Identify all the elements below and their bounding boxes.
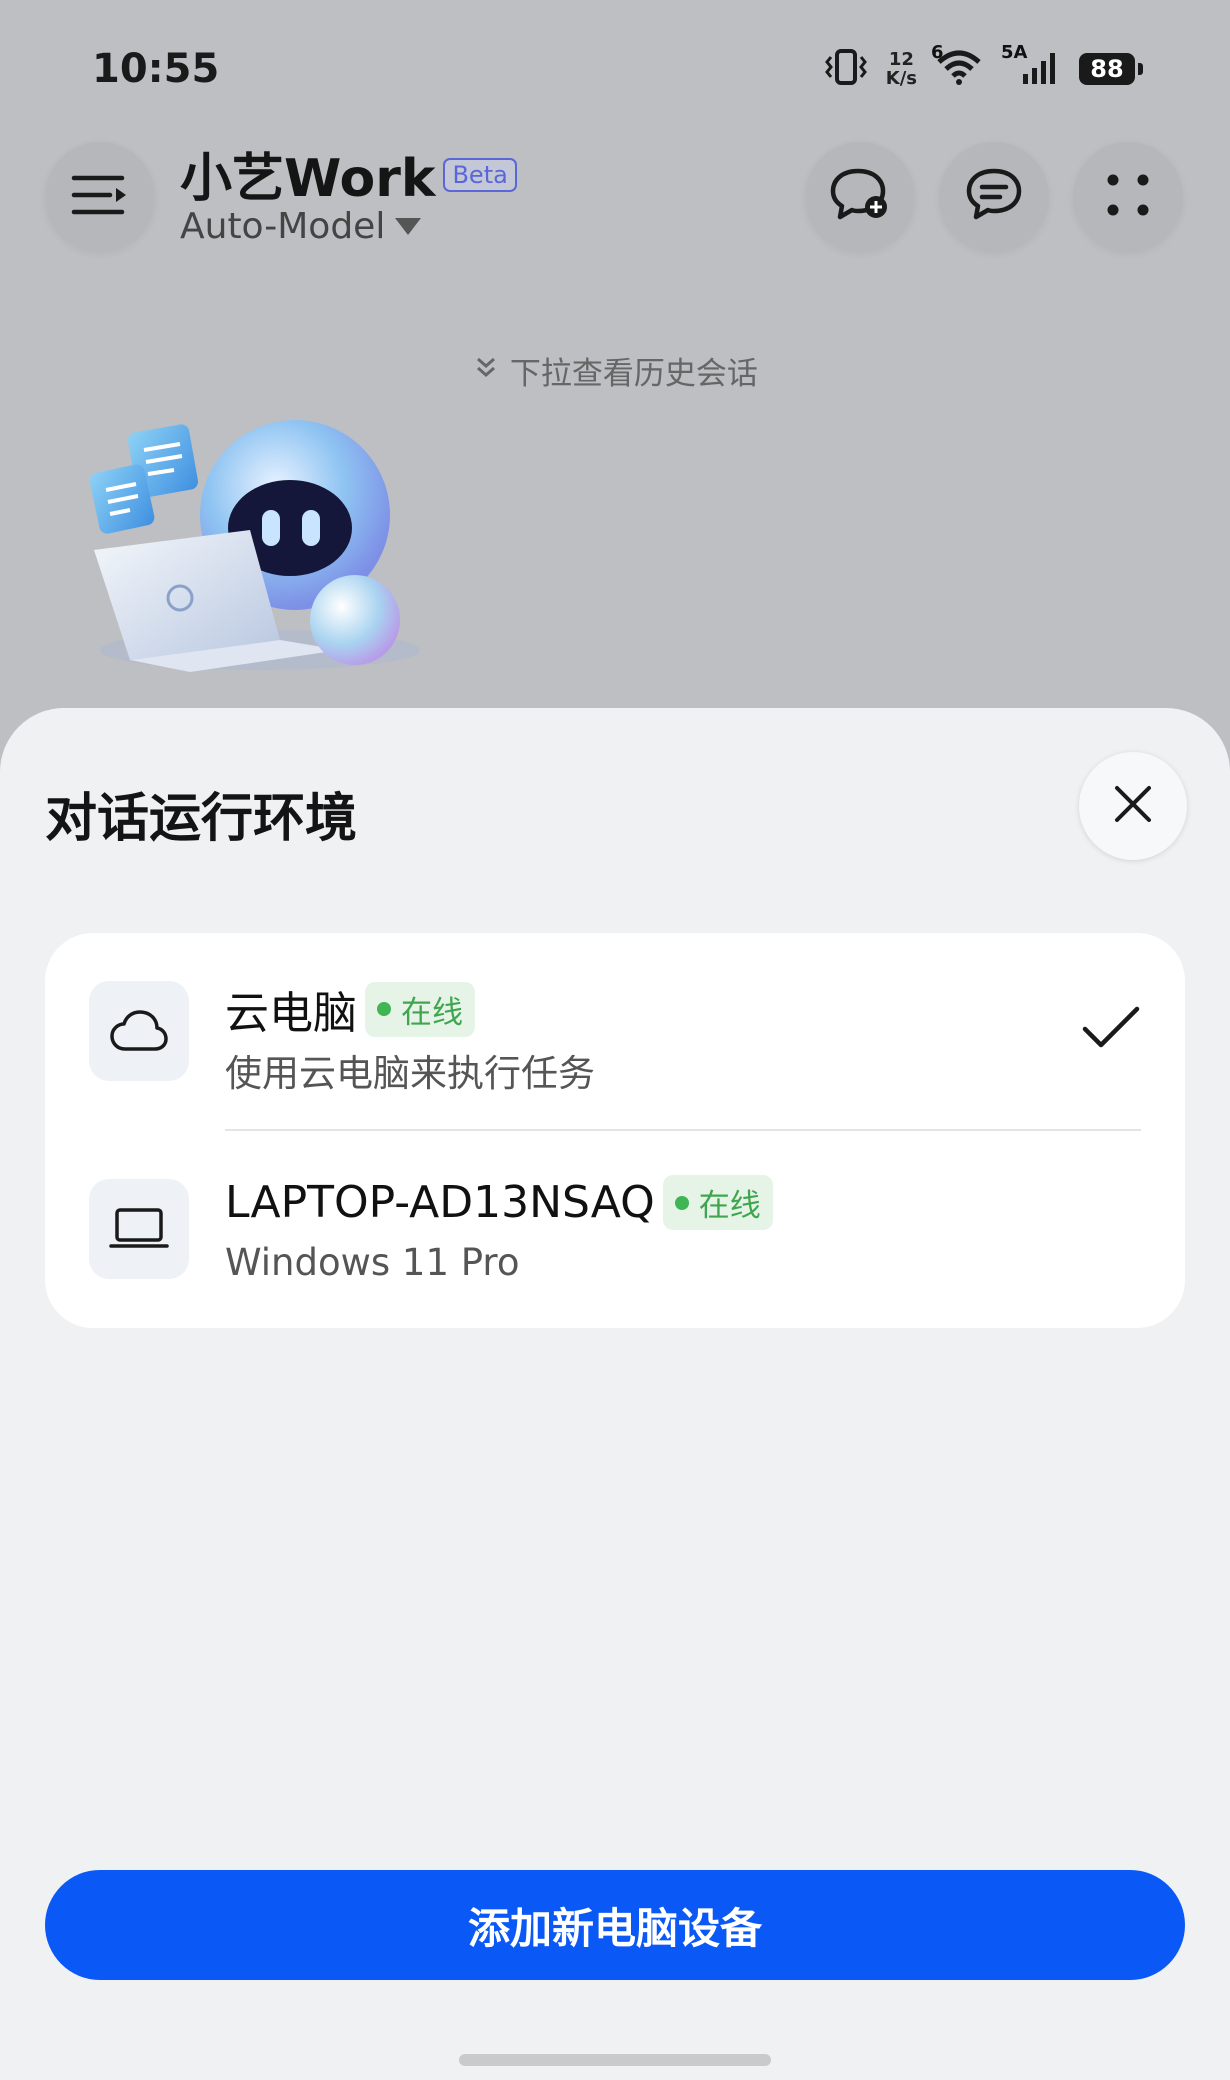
status-icons: 12 K/s 6 5A 88	[824, 42, 1143, 90]
status-time: 10:55	[92, 46, 220, 92]
caret-down-icon	[395, 218, 422, 235]
environment-item-laptop[interactable]: LAPTOP-AD13NSAQ 在线 Windows 11 Pro	[45, 1131, 1185, 1328]
beta-badge: Beta	[443, 157, 517, 192]
status-text: 在线	[401, 994, 463, 1031]
new-chat-icon	[828, 165, 892, 229]
app-title: 小艺Work Beta	[180, 136, 517, 211]
online-status-badge: 在线	[365, 981, 475, 1037]
vibrate-icon	[824, 48, 868, 90]
network-speed: 12 K/s	[885, 49, 917, 89]
environment-list: 云电脑 在线 使用云电脑来执行任务 LAPTOP-AD13NSAQ 在线 Win…	[45, 933, 1185, 1328]
laptop-icon	[89, 1179, 189, 1279]
status-dot-icon	[377, 1002, 391, 1016]
environment-item-cloud-pc[interactable]: 云电脑 在线 使用云电脑来执行任务	[45, 933, 1185, 1131]
close-icon	[1113, 784, 1153, 828]
model-label: Auto-Model	[180, 206, 386, 247]
status-bar: 10:55 12 K/s 6 5A 88	[0, 0, 1230, 110]
runtime-environment-sheet: 对话运行环境 云电脑 在线 使用云电脑来执行任务 LAPTOP-AD13NSAQ…	[0, 708, 1230, 2080]
status-text: 在线	[698, 1188, 761, 1224]
sheet-title: 对话运行环境	[45, 789, 358, 849]
environment-description: 使用云电脑来执行任务	[225, 1052, 595, 1095]
pull-down-history-hint[interactable]: 下拉查看历史会话	[0, 348, 1230, 393]
more-options-button[interactable]	[1073, 142, 1183, 252]
app-title-text: 小艺Work	[180, 149, 436, 209]
environment-name: LAPTOP-AD13NSAQ	[225, 1177, 655, 1228]
chat-history-button[interactable]	[939, 142, 1049, 252]
environment-name: 云电脑	[225, 988, 357, 1039]
online-status-badge: 在线	[662, 1175, 773, 1230]
checkmark-icon	[1081, 1005, 1141, 1055]
cloud-icon	[89, 981, 189, 1081]
assistant-mascot-illustration	[80, 410, 440, 690]
environment-name-line: 云电脑 在线	[225, 977, 475, 1041]
cellular-signal-icon: 5A	[1001, 42, 1061, 90]
double-chevron-down-icon	[472, 353, 510, 389]
menu-icon	[70, 172, 130, 222]
close-button[interactable]	[1079, 752, 1187, 860]
environment-description: Windows 11 Pro	[225, 1241, 520, 1284]
chat-bubbles-icon	[962, 165, 1026, 229]
home-indicator[interactable]	[459, 2054, 771, 2066]
model-selector[interactable]: Auto-Model	[180, 206, 422, 247]
environment-name-line: LAPTOP-AD13NSAQ 在线	[225, 1175, 773, 1230]
pull-hint-text: 下拉查看历史会话	[509, 356, 758, 392]
grid-dots-icon	[1103, 170, 1153, 224]
wifi-icon: 6	[931, 42, 983, 90]
status-dot-icon	[674, 1195, 689, 1210]
battery-indicator: 88	[1079, 53, 1143, 85]
new-chat-button[interactable]	[805, 142, 915, 252]
add-new-computer-button[interactable]: 添加新电脑设备	[45, 1870, 1185, 1980]
menu-button[interactable]	[45, 142, 155, 252]
